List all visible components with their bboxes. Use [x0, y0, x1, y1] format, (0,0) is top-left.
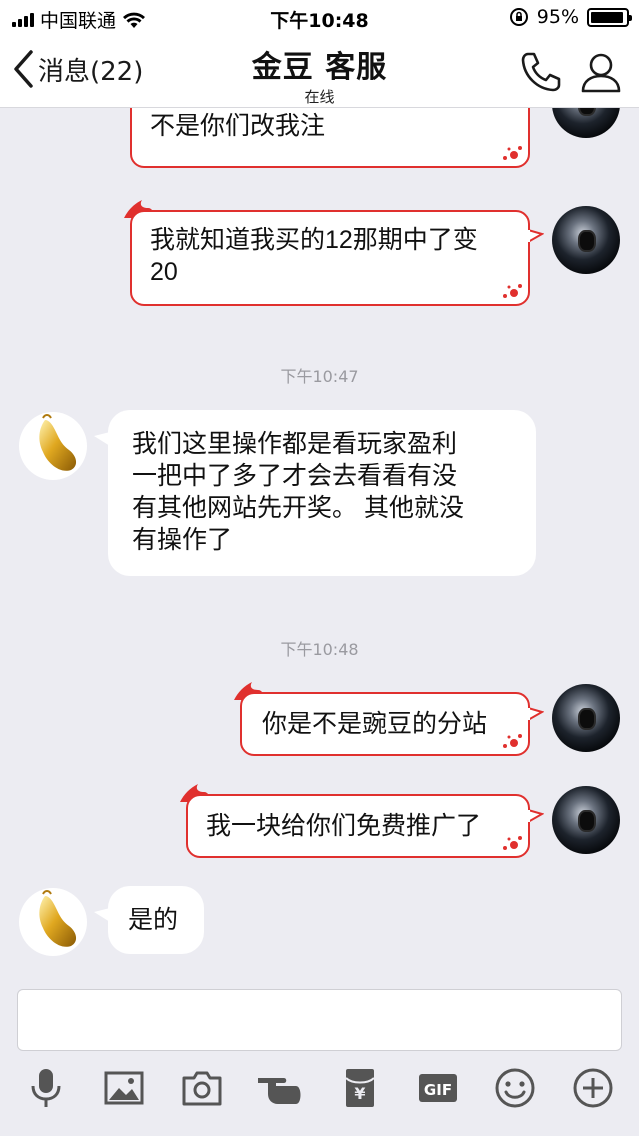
message-bubble[interactable]: 你是不是豌豆的分站 [240, 692, 530, 756]
avatar-me[interactable] [552, 108, 620, 138]
voice-button[interactable] [24, 1066, 68, 1110]
timestamp: 下午10:48 [280, 640, 359, 659]
status-left: 中国联通 [12, 6, 146, 33]
input-area: ¥ GIF [0, 976, 639, 1136]
poke-button[interactable] [256, 1066, 306, 1110]
input-toolbar: ¥ GIF [0, 1066, 639, 1118]
profile-button[interactable] [579, 50, 623, 94]
battery-percent: 95% [536, 6, 579, 28]
message-outgoing: 不是你们改我注 [0, 108, 639, 178]
carrier-label: 中国联通 [40, 10, 117, 32]
message-outgoing: 我一块给你们免费推广了 [0, 780, 639, 860]
avatar-me[interactable] [552, 206, 620, 274]
sparkle-decoration-icon [503, 836, 522, 850]
emoji-button[interactable] [493, 1066, 537, 1110]
yuan-symbol: ¥ [354, 1084, 365, 1103]
call-button[interactable] [519, 50, 563, 94]
message-incoming: 是的 [0, 886, 639, 966]
back-button[interactable]: 消息(22) [12, 50, 143, 88]
message-text-clipped [150, 108, 510, 110]
message-bubble[interactable]: 我就知道我买的12那期中了变 20 [130, 210, 530, 306]
wifi-icon [123, 12, 146, 28]
sparkle-decoration-icon [503, 146, 522, 160]
red-packet-icon: ¥ [345, 1069, 375, 1107]
message-input[interactable] [17, 989, 622, 1051]
bubble-tail [528, 706, 544, 722]
avatar-service[interactable] [19, 412, 87, 480]
message-text: 是的 [128, 906, 179, 934]
status-bar: 中国联通 下午10:48 95% [0, 0, 639, 36]
message-text: 我们这里操作都是看玩家盈利 一把中了多了才会去看看有没 有其他网站先开奖。 其他… [132, 430, 464, 554]
status-right: 95% [509, 6, 632, 28]
message-text: 你是不是豌豆的分站 [262, 710, 488, 738]
red-packet-button[interactable]: ¥ [338, 1066, 382, 1110]
message-bubble[interactable]: 我们这里操作都是看玩家盈利 一把中了多了才会去看看有没 有其他网站先开奖。 其他… [108, 410, 536, 576]
nav-bar: 消息(22) 金豆 客服 在线 [0, 36, 639, 108]
chat-area[interactable]: 不是你们改我注 我就知道我买的12那期中了变 20 下午10:47 我们这里操作… [0, 108, 639, 976]
message-incoming: 我们这里操作都是看玩家盈利 一把中了多了才会去看看有没 有其他网站先开奖。 其他… [0, 410, 639, 580]
image-icon [104, 1071, 144, 1105]
message-outgoing: 你是不是豌豆的分站 [0, 678, 639, 758]
gif-button[interactable]: GIF [416, 1066, 460, 1110]
hand-point-icon [258, 1078, 301, 1104]
message-bubble[interactable]: 我一块给你们免费推广了 [186, 794, 530, 858]
chevron-left-icon [14, 50, 33, 88]
message-bubble[interactable]: 是的 [108, 886, 204, 954]
message-bubble[interactable]: 不是你们改我注 [130, 108, 530, 168]
message-text: 不是你们改我注 [150, 112, 326, 140]
message-text: 我一块给你们免费推广了 [206, 812, 482, 840]
plus-icon [573, 1068, 613, 1108]
back-label: 消息(22) [38, 56, 144, 87]
sparkle-decoration-icon [503, 284, 522, 298]
message-text: 我就知道我买的12那期中了变 20 [150, 226, 478, 286]
emoji-icon [495, 1068, 535, 1108]
orientation-lock-icon [509, 8, 528, 26]
gif-label: GIF [424, 1081, 452, 1099]
bubble-tail [528, 808, 544, 824]
golden-bean-icon [39, 890, 77, 947]
battery-icon [587, 7, 632, 27]
golden-bean-icon [39, 414, 77, 471]
more-button[interactable] [571, 1066, 615, 1110]
bubble-tail [528, 228, 544, 244]
avatar-service[interactable] [19, 888, 87, 956]
avatar-me[interactable] [552, 684, 620, 752]
signal-icon [12, 12, 34, 27]
person-icon [581, 53, 621, 93]
camera-icon [182, 1071, 222, 1106]
phone-icon [521, 52, 561, 92]
sparkle-decoration-icon [503, 734, 522, 748]
timestamp: 下午10:47 [280, 367, 359, 386]
gif-icon: GIF [419, 1074, 457, 1102]
camera-button[interactable] [180, 1066, 224, 1110]
photo-button[interactable] [102, 1066, 146, 1110]
message-outgoing: 我就知道我买的12那期中了变 20 [0, 200, 639, 314]
avatar-me[interactable] [552, 786, 620, 854]
microphone-icon [31, 1069, 61, 1107]
